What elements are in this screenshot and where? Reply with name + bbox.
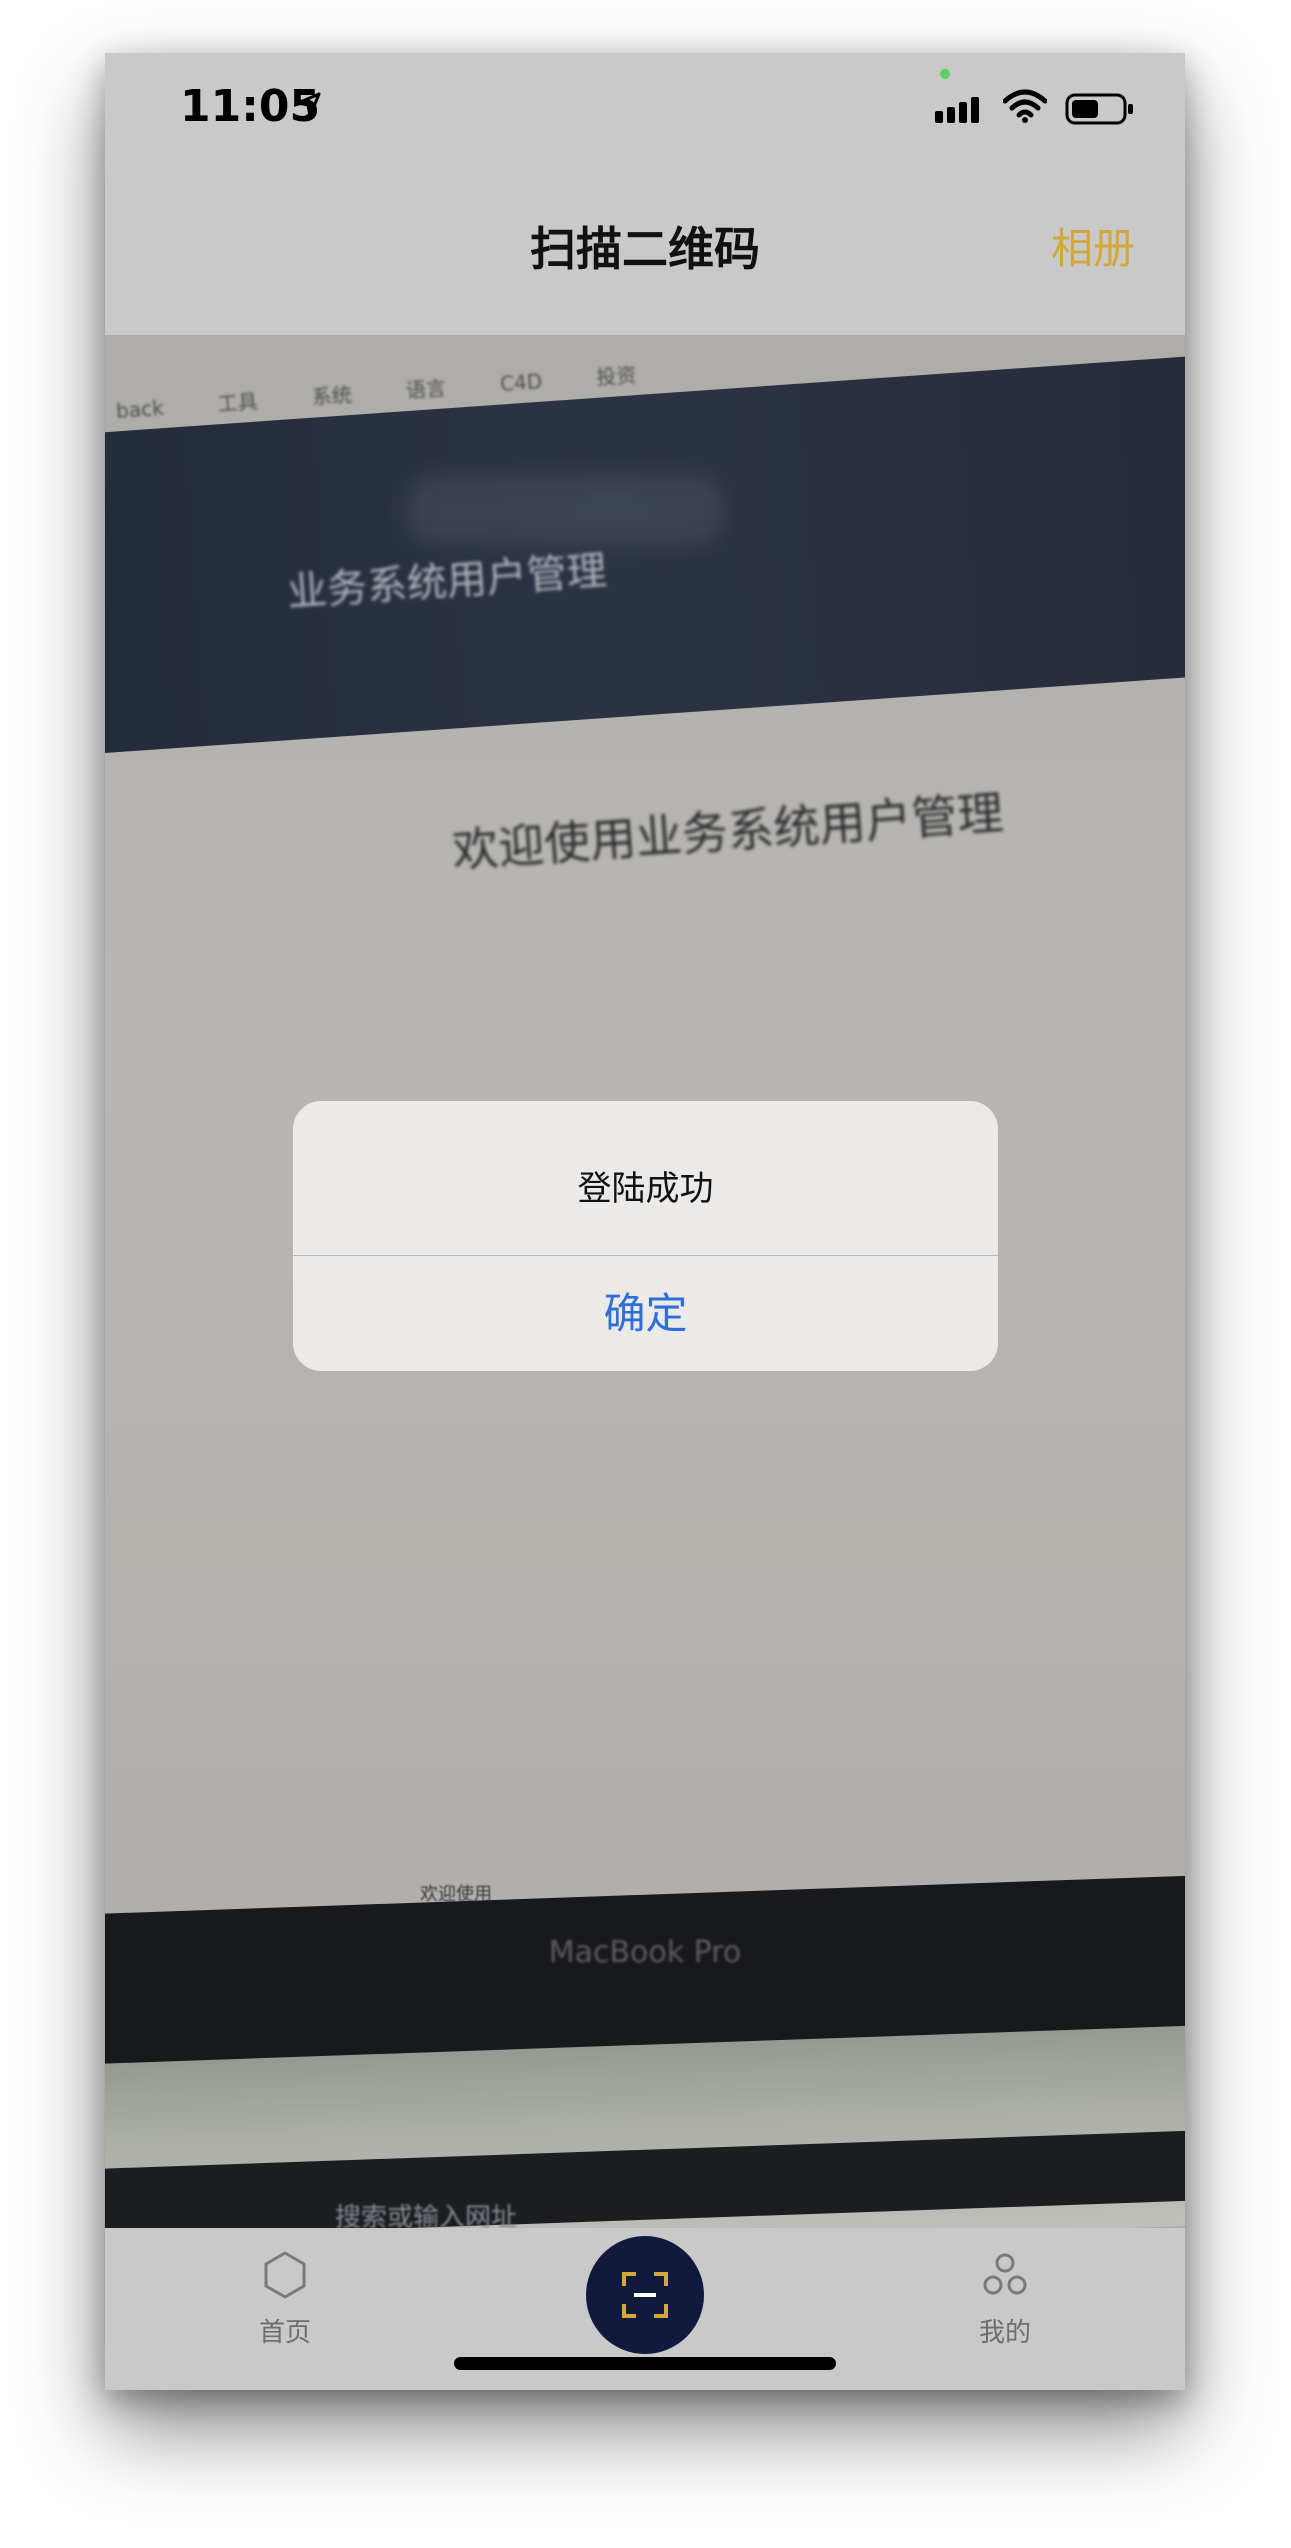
tab-home[interactable]: 首页: [205, 2250, 365, 2349]
page-title: 扫描二维码: [530, 222, 760, 276]
album-button[interactable]: 相册: [1051, 215, 1135, 276]
tab-mine-label: 我的: [978, 2318, 1031, 2348]
success-alert-dialog: 登陆成功 确定: [293, 1101, 998, 1371]
tab-mine[interactable]: 我的: [925, 2250, 1085, 2349]
alert-message: 登陆成功: [577, 1169, 714, 1209]
circles-profile-icon: [983, 2253, 1027, 2295]
scan-button[interactable]: [586, 2236, 704, 2354]
cellular-signal-icon: [935, 97, 979, 123]
privacy-indicator-dot: [940, 69, 950, 79]
wifi-icon: [1003, 89, 1047, 123]
home-indicator: [454, 2357, 836, 2370]
location-arrow-icon: [296, 92, 321, 118]
phone-screen: 11:05 扫描二维码 相册 back 工具 系统 语言 C4D 投资 业务系统…: [105, 53, 1185, 2390]
alert-confirm-button[interactable]: 确定: [293, 1256, 998, 1371]
battery-icon: [1065, 93, 1133, 125]
tab-home-label: 首页: [258, 2318, 311, 2348]
hexagon-home-icon: [264, 2251, 306, 2299]
status-bar: 11:05: [105, 53, 1185, 173]
scan-icon: [622, 2272, 668, 2318]
navigation-bar: 扫描二维码 相册: [105, 173, 1185, 335]
